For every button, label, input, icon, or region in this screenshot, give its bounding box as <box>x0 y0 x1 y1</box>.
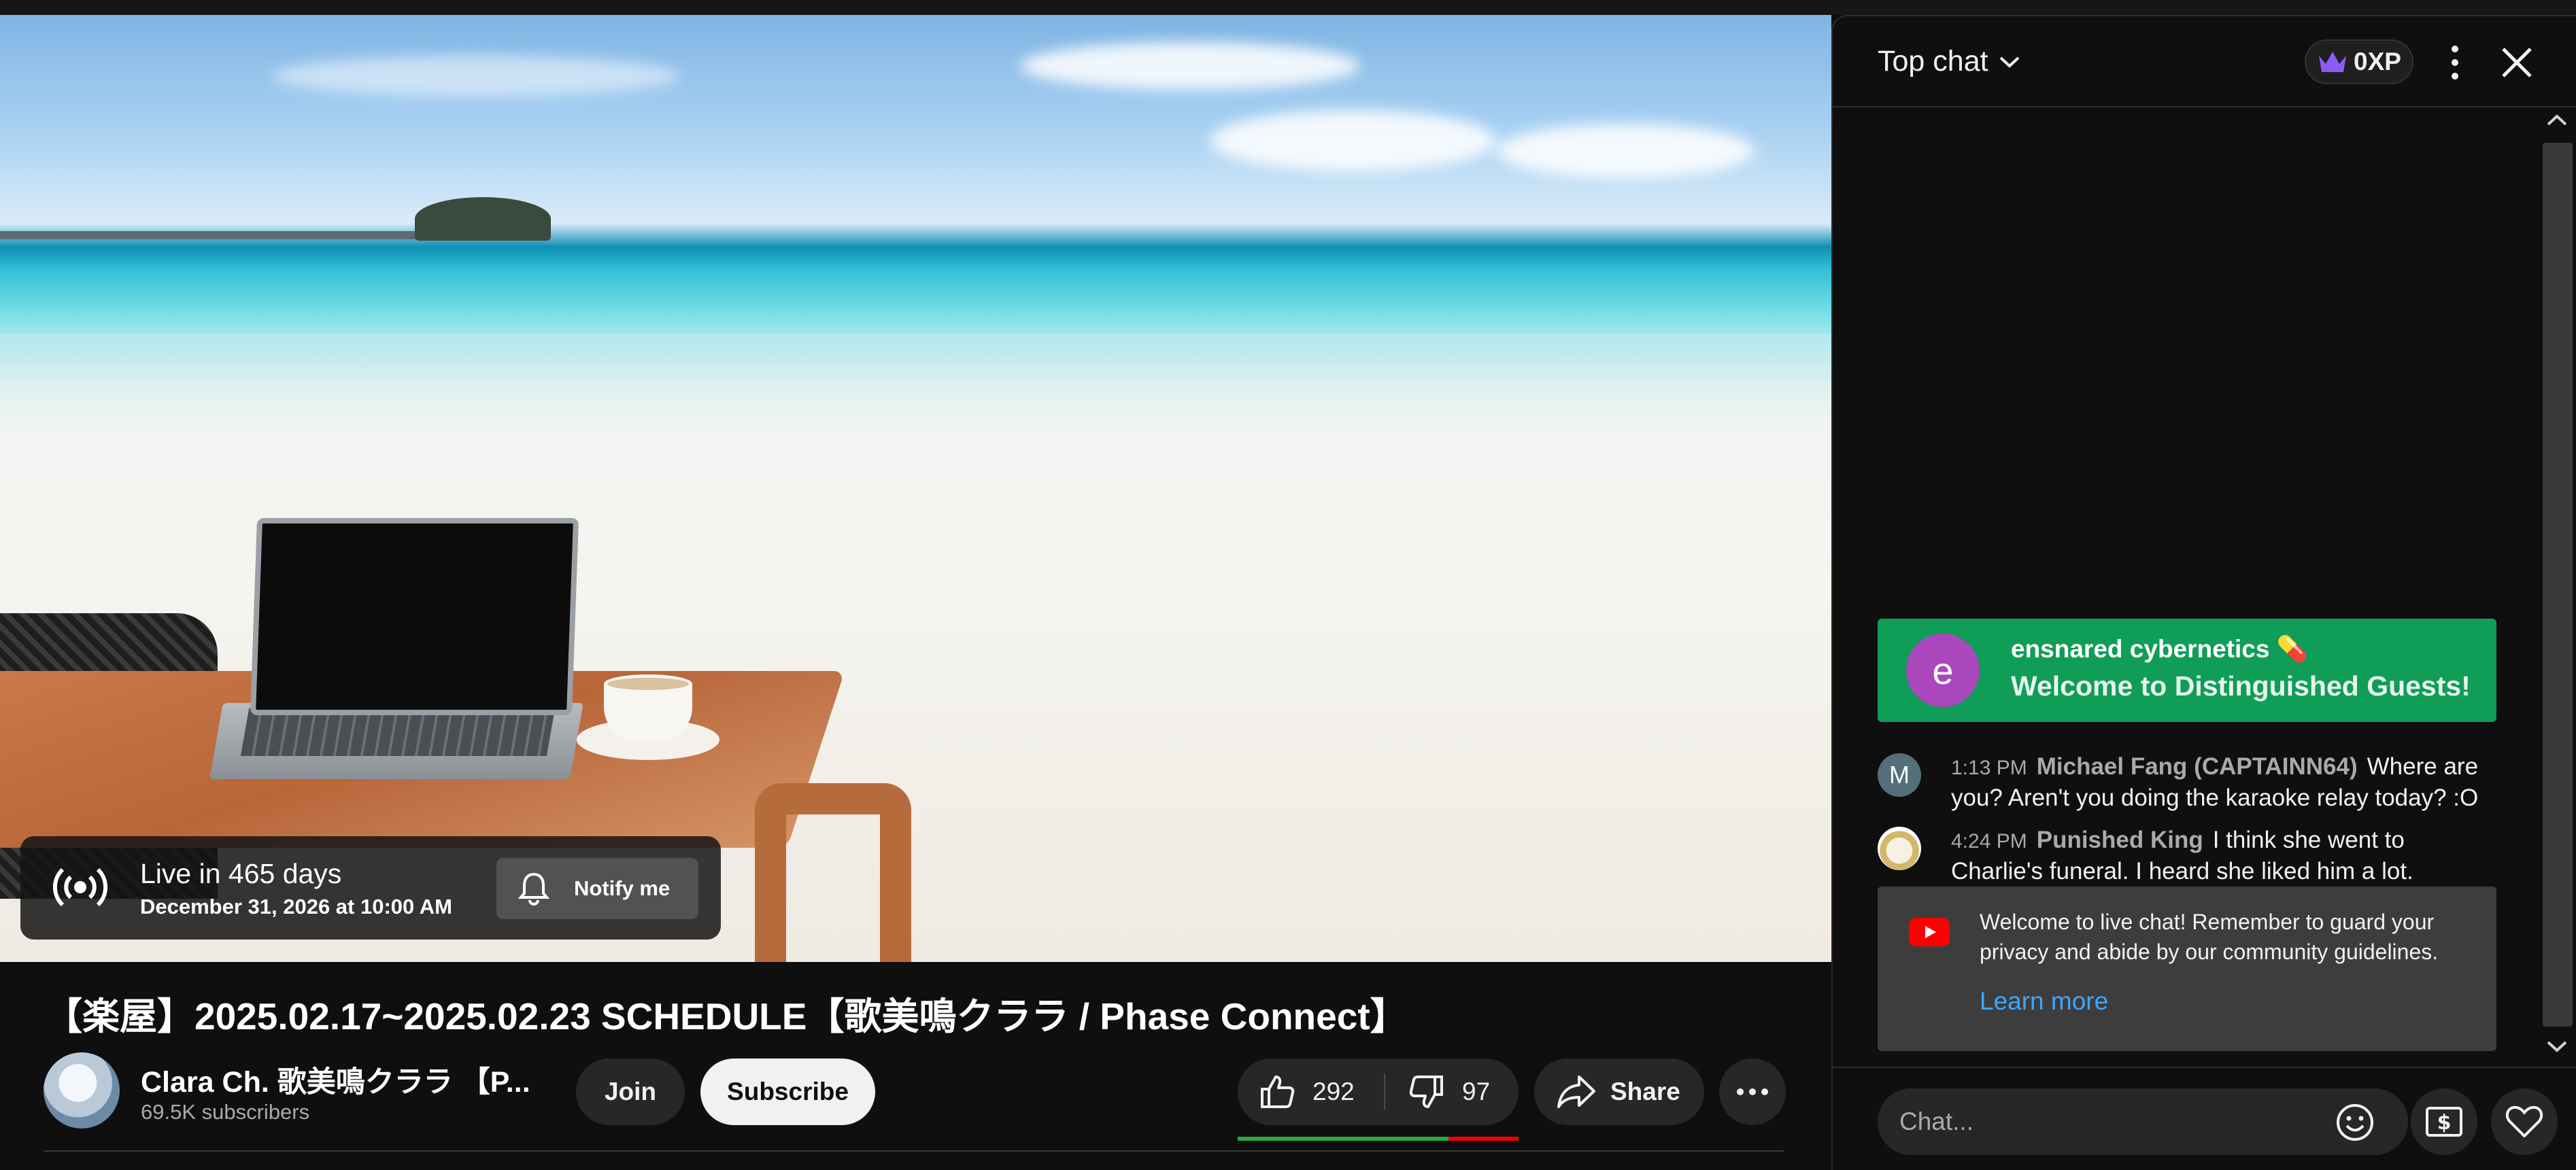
like-dislike-group: 292 97 <box>1238 1059 1519 1125</box>
like-button[interactable]: 292 <box>1258 1059 1355 1125</box>
chat-mode-dropdown[interactable]: Top chat <box>1878 45 2021 78</box>
cloud <box>1210 110 1496 171</box>
chat-header: Top chat 0XP <box>1833 16 2576 107</box>
super-chat-icon: $ <box>2426 1107 2462 1137</box>
laptop-keyboard <box>240 708 556 756</box>
thumbs-up-icon <box>1261 1076 1295 1108</box>
live-date: December 31, 2026 at 10:00 AM <box>140 895 452 918</box>
cloud <box>272 56 680 97</box>
shoreline <box>0 334 1831 430</box>
pier <box>0 231 422 239</box>
pier-hut <box>415 197 551 241</box>
user-avatar[interactable] <box>1878 827 1921 870</box>
cloud <box>1496 124 1755 178</box>
chat-footer: $ <box>1833 1067 2576 1170</box>
video-title: 【楽屋】2025.02.17~2025.02.23 SCHEDULE【歌美鳴クラ… <box>45 995 1408 1037</box>
chat-message-body: 4:24 PM Punished King I think she went to … <box>1951 825 2495 887</box>
share-button[interactable]: Share <box>1534 1059 1704 1125</box>
youtube-logo-icon <box>1909 918 1950 946</box>
bell-icon <box>518 872 550 906</box>
heart-icon <box>2505 1105 2543 1137</box>
scroll-up-icon[interactable] <box>2545 113 2569 128</box>
channel-avatar[interactable] <box>44 1052 120 1129</box>
subscribe-button[interactable]: Subscribe <box>700 1059 875 1125</box>
notify-me-label: Notify me <box>574 876 671 900</box>
message-time: 4:24 PM <box>1951 830 2027 853</box>
chevron-down-icon <box>1999 56 2019 68</box>
share-icon <box>1557 1076 1595 1108</box>
message-author[interactable]: Punished King <box>2037 827 2203 853</box>
chat-message-body: 1:13 PM Michael Fang (CAPTAINN64) Where ar… <box>1951 752 2495 813</box>
coffee-cup-rim <box>604 674 692 693</box>
message-author[interactable]: Michael Fang (CAPTAINN64) <box>2037 753 2358 780</box>
video-player[interactable] <box>0 15 1831 962</box>
chat-scrollbar-thumb[interactable] <box>2543 143 2573 1027</box>
more-vertical-icon[interactable] <box>2438 41 2472 84</box>
live-chat-notice: Welcome to live chat! Remember to guard … <box>1878 887 2496 1051</box>
channel-name[interactable]: Clara Ch. 歌美鳴クララ 【P... <box>141 1059 530 1101</box>
chat-mode-label: Top chat <box>1878 45 1988 78</box>
welcome-author[interactable]: ensnared cybernetics 💊 <box>2011 635 2308 664</box>
thumbs-down-icon <box>1409 1076 1443 1108</box>
join-button[interactable]: Join <box>576 1059 685 1125</box>
notify-me-button[interactable]: Notify me <box>496 858 698 919</box>
dislike-button[interactable]: 97 <box>1408 1059 1490 1125</box>
welcome-message: Welcome to Distinguished Guests! <box>2011 670 2471 702</box>
heart-reaction-button[interactable] <box>2491 1088 2558 1155</box>
like-count: 292 <box>1312 1078 1355 1105</box>
scroll-down-icon[interactable] <box>2545 1039 2569 1054</box>
live-countdown: Live in 465 days <box>140 858 342 889</box>
like-divider <box>1384 1073 1385 1110</box>
super-chat-button[interactable]: $ <box>2411 1088 2477 1155</box>
xp-label: 0XP <box>2354 48 2401 75</box>
learn-more-link[interactable]: Learn more <box>1980 987 2108 1016</box>
broadcast-icon <box>53 867 107 907</box>
user-avatar[interactable]: M <box>1878 753 1921 797</box>
user-avatar[interactable]: e <box>1906 634 1980 707</box>
welcome-author-name: ensnared cybernetics <box>2011 635 2270 663</box>
table-leg <box>755 783 911 962</box>
crown-icon <box>2319 52 2347 72</box>
subscriber-count: 69.5K subscribers <box>141 1100 310 1124</box>
divider <box>44 1150 1784 1152</box>
membership-welcome-card: e ensnared cybernetics 💊 Welcome to Dist… <box>1878 619 2496 722</box>
more-actions-button[interactable] <box>1719 1059 1786 1125</box>
cloud <box>1020 42 1360 90</box>
dislike-count: 97 <box>1462 1078 1491 1105</box>
top-strip <box>0 0 2576 15</box>
xp-badge[interactable]: 0XP <box>2305 39 2413 84</box>
share-label: Share <box>1610 1078 1680 1105</box>
like-ratio-bar <box>1238 1137 1519 1141</box>
like-ratio-fill <box>1238 1137 1448 1141</box>
live-chat-panel: Top chat 0XP e ensnared cybernetics 💊 We… <box>1831 15 2576 1170</box>
notice-text: Welcome to live chat! Remember to guard … <box>1980 910 2439 964</box>
message-time: 1:13 PM <box>1951 757 2027 779</box>
pill-emoji: 💊 <box>2276 635 2308 663</box>
close-icon[interactable] <box>2498 44 2536 82</box>
emoji-icon[interactable] <box>2335 1102 2375 1143</box>
more-horizontal-icon <box>1737 1088 1768 1095</box>
chat-input[interactable] <box>1899 1088 2280 1155</box>
laptop-screen <box>250 518 579 715</box>
svg-text:$: $ <box>2437 1111 2452 1135</box>
chat-input-container[interactable] <box>1878 1088 2408 1155</box>
